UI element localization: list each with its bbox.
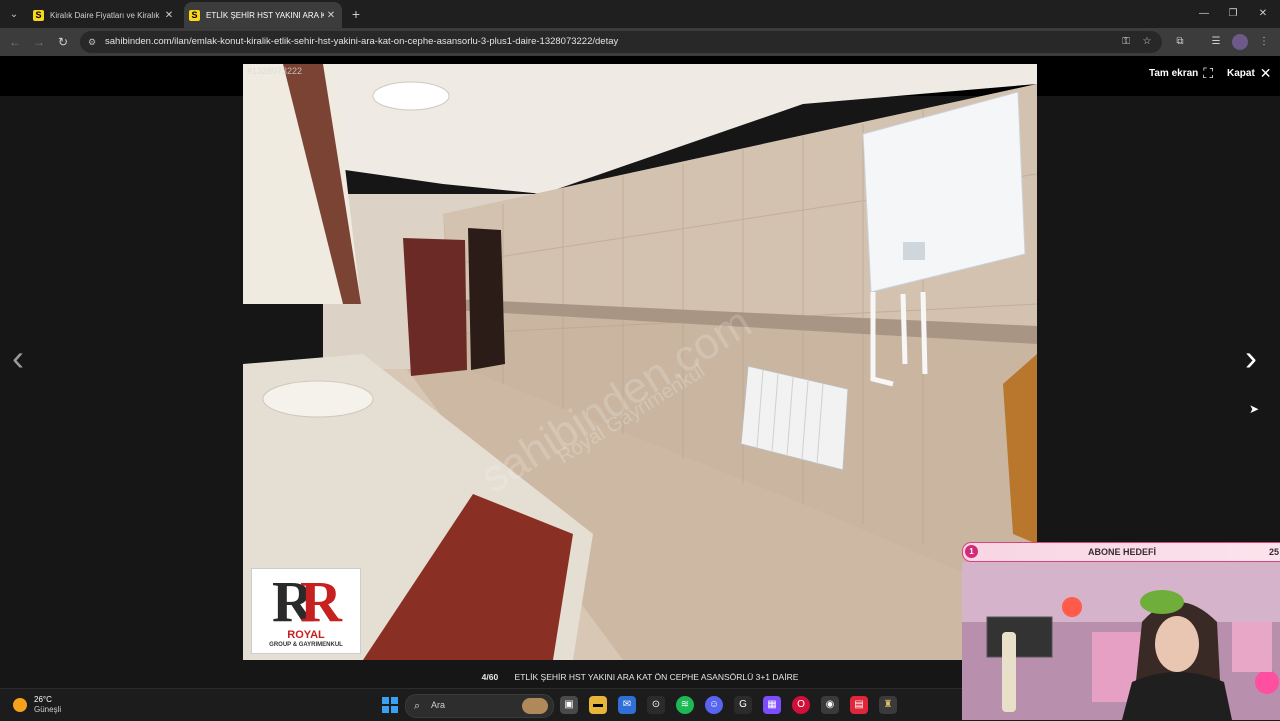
tab-search-icon[interactable]: ⌄ — [4, 4, 24, 24]
red-app-icon[interactable]: ▤ — [850, 696, 868, 714]
url-text[interactable]: sahibinden.com/ilan/emlak-konut-kiralik-… — [105, 35, 618, 49]
opera-icon[interactable]: O — [792, 696, 810, 714]
weather-description[interactable]: Güneşli — [34, 705, 61, 714]
close-viewer-button[interactable]: Kapat ✕ — [1227, 66, 1272, 80]
svg-text:R: R — [300, 569, 343, 629]
royal-r-logo-icon: R R — [272, 569, 343, 629]
weather-temperature[interactable]: 26°C — [34, 695, 52, 704]
app-g-icon[interactable]: G — [734, 696, 752, 714]
webcam-illustration — [962, 562, 1280, 720]
profile-avatar[interactable] — [1232, 34, 1248, 50]
discord-icon[interactable]: ☺ — [705, 696, 723, 714]
sun-weather-icon[interactable] — [13, 698, 27, 712]
photo-counter: 4/60 — [481, 672, 499, 682]
back-icon[interactable]: ← — [5, 32, 25, 52]
steam-icon[interactable]: ⊙ — [647, 696, 665, 714]
subscriber-goal-target: 25 — [1268, 547, 1279, 557]
site-info-icon[interactable]: ⚙ — [86, 36, 98, 48]
window-close-icon[interactable]: ✕ — [1252, 4, 1274, 24]
listing-photo: sahibinden.com Royal Gayrimenkul #1328073… — [243, 64, 1037, 660]
kitchen-photo-illustration: sahibinden.comRoyal Gayrimenkul — [243, 64, 1037, 660]
fullscreen-button[interactable]: Tam ekran ⛶ — [1149, 66, 1213, 80]
close-icon: ✕ — [1259, 65, 1272, 81]
grid-app-icon[interactable]: ▦ — [763, 696, 781, 714]
tab-close-icon[interactable]: ✕ — [324, 10, 338, 21]
previous-photo-arrow-icon[interactable]: ‹ — [12, 338, 24, 378]
minimize-icon[interactable]: — — [1193, 4, 1215, 24]
tab-title: ETLİK ŞEHİR HST YAKINI ARA KAT — [206, 10, 324, 20]
fullscreen-label: Tam ekran — [1149, 67, 1199, 79]
reload-icon[interactable]: ↻ — [53, 32, 73, 52]
tab-strip: ⌄ S Kiralık Daire Fiyatları ve Kiralık E… — [0, 0, 1280, 28]
next-photo-arrow-icon[interactable]: › — [1245, 338, 1257, 378]
browser-toolbar: ← → ↻ ⚙ sahibinden.com/ilan/emlak-konut-… — [0, 28, 1280, 56]
media-controls-icon[interactable]: ☰ — [1206, 32, 1226, 52]
task-view-icon[interactable]: ▣ — [560, 696, 578, 714]
listing-title: ETLİK ŞEHİR HST YAKINI ARA KAT ÖN CEPHE … — [514, 672, 799, 682]
subscriber-goal-bar: 1 ABONE HEDEFİ 25 — [962, 542, 1280, 562]
forward-icon[interactable]: → — [29, 32, 49, 52]
logo-text: ROYAL — [287, 629, 325, 641]
photo-id: #1328073222 — [247, 66, 303, 76]
tab-kiralik-daire[interactable]: S Kiralık Daire Fiyatları ve Kiralık Ev … — [28, 2, 180, 28]
bookmark-star-icon[interactable]: ☆ — [1139, 34, 1155, 50]
sahibinden-favicon-icon: S — [189, 9, 200, 21]
taskbar-search[interactable]: ⌕ Ara — [405, 694, 554, 718]
search-highlight-image — [522, 698, 548, 714]
browser-menu-icon[interactable]: ⋮ — [1254, 32, 1274, 52]
restore-icon[interactable]: ❐ — [1222, 4, 1244, 24]
windows-start-icon[interactable] — [382, 697, 398, 713]
tab-title: Kiralık Daire Fiyatları ve Kiralık Ev İl… — [50, 10, 162, 20]
subscriber-goal-title: ABONE HEDEFİ — [1087, 547, 1156, 557]
spotify-icon[interactable]: ≋ — [676, 696, 694, 714]
chrome-icon[interactable]: ◉ — [821, 696, 839, 714]
mail-icon[interactable]: ✉ — [618, 696, 636, 714]
file-explorer-icon[interactable]: ▬ — [589, 696, 607, 714]
password-key-icon[interactable]: ⚿ — [1118, 34, 1134, 50]
fullscreen-icon: ⛶ — [1203, 65, 1214, 81]
game-launcher-icon[interactable]: ♜ — [879, 696, 897, 714]
extensions-icon[interactable]: ⧉ — [1170, 32, 1190, 52]
address-bar[interactable]: ⚙ sahibinden.com/ilan/emlak-konut-kirali… — [80, 31, 1162, 53]
tab-listing-detail[interactable]: S ETLİK ŞEHİR HST YAKINI ARA KAT ✕ — [184, 2, 342, 28]
search-placeholder: Ara — [431, 700, 446, 710]
sahibinden-favicon-icon: S — [33, 9, 44, 21]
mouse-cursor-icon: ➤ — [1249, 402, 1260, 416]
royal-group-logo: R R ROYAL GROUP & GAYRIMENKUL — [251, 568, 361, 654]
close-label: Kapat — [1227, 67, 1255, 79]
stream-overlay: 1 ABONE HEDEFİ 25 — [962, 542, 1280, 720]
webcam-feed — [962, 562, 1280, 720]
tab-close-icon[interactable]: ✕ — [162, 10, 176, 21]
logo-subtext: GROUP & GAYRIMENKUL — [269, 642, 343, 648]
new-tab-icon[interactable]: + — [346, 4, 366, 24]
search-icon: ⌕ — [414, 700, 421, 712]
